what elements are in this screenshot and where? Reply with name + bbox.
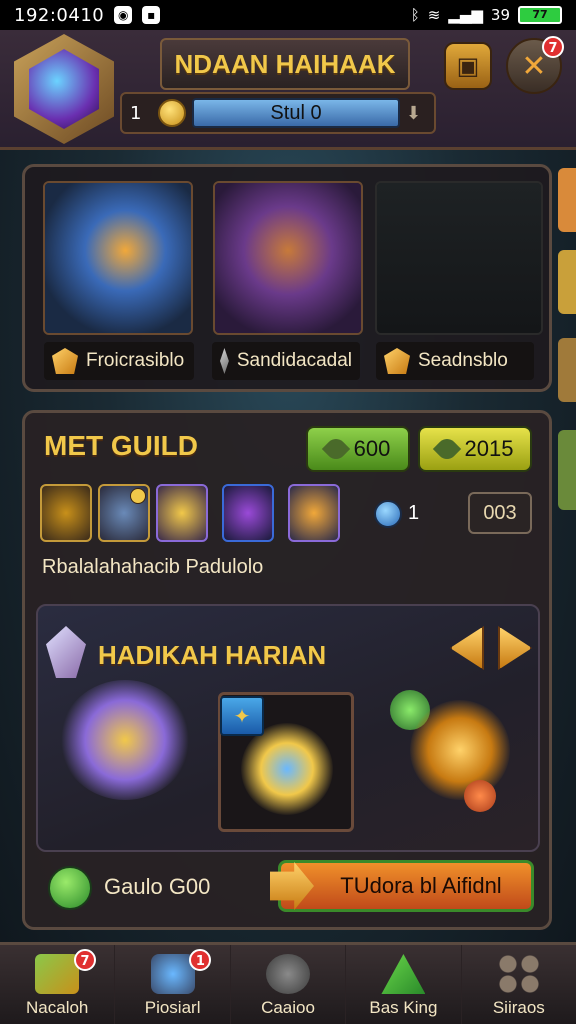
leaf-icon <box>321 434 350 464</box>
message-icon: ▪ <box>142 6 161 24</box>
bottom-nav: 7 Nacaloh 1 Piosiarl Caaioo Bas King Sii… <box>0 942 576 1024</box>
chest-icon <box>35 954 80 994</box>
close-badge: 7 <box>542 36 564 58</box>
item-slot-2[interactable] <box>98 484 150 542</box>
nav-item-king[interactable]: Bas King <box>346 945 462 1024</box>
side-tab-1[interactable] <box>558 168 576 232</box>
nav-label: Caaioo <box>261 998 315 1017</box>
green-resource[interactable]: 600 <box>306 426 410 472</box>
side-tab-3[interactable] <box>558 338 576 402</box>
coin-icon <box>158 99 186 127</box>
bluetooth-icon: ᛒ <box>410 6 420 24</box>
hero-portrait-knight <box>215 183 361 333</box>
close-button[interactable]: ✕ 7 <box>506 36 564 94</box>
nav-item-battle[interactable]: Caaioo <box>231 945 347 1024</box>
item-slot-4[interactable] <box>222 484 274 542</box>
hero-card-3-empty[interactable] <box>375 181 543 335</box>
claim-button-label: TUdora bl Aifidnl <box>340 873 502 898</box>
grey-gem-icon <box>220 348 229 374</box>
signal-icon: ▂▄▆ <box>448 6 483 24</box>
green-resource-value: 600 <box>353 436 391 461</box>
currency-value: Stul 0 <box>192 98 400 128</box>
hero-label-1: Froicrasiblo <box>44 342 194 380</box>
orange-gem-icon <box>384 348 410 374</box>
wifi-icon: ≋ <box>427 6 441 24</box>
battery-icon: 77 <box>518 6 562 24</box>
page-title: NDAAN HAIHAAK <box>174 48 396 79</box>
side-tab-4[interactable] <box>558 430 576 510</box>
nav-badge: 7 <box>74 949 96 971</box>
player-level: 1 <box>130 102 142 124</box>
hero-label-2: Sandidacadal <box>212 342 360 380</box>
emblem-gem-icon <box>29 49 99 129</box>
green-gold-icon <box>48 866 92 910</box>
triangle-icon <box>381 954 426 994</box>
item-slot-5[interactable] <box>288 484 340 542</box>
nav-label: Siiraos <box>492 998 545 1017</box>
hero-label-3: Seadnsblo <box>376 342 534 380</box>
status-right: ᛒ ≋ ▂▄▆ 39 77 <box>411 6 562 24</box>
status-bar: 192:0410 ◉ ▪ ᛒ ≋ ▂▄▆ 39 77 <box>0 0 576 30</box>
arrow-down-icon[interactable]: ⬇ <box>406 103 426 124</box>
nav-item-more[interactable]: Siiraos <box>462 945 576 1024</box>
hero-portrait-warrior <box>45 183 191 333</box>
reward-shield-icon[interactable] <box>60 680 190 800</box>
notification-icon: ◉ <box>114 6 133 24</box>
nav-badge: 1 <box>189 949 212 971</box>
guild-subtitle: Rbalalahahacib Padulolo <box>42 556 264 578</box>
guild-title: MET GUILD <box>44 430 198 461</box>
swirl-icon <box>266 954 311 994</box>
orb-count: 1 <box>408 502 420 524</box>
slot-badge-icon <box>130 488 146 504</box>
chest-icon: ▣ <box>456 52 480 80</box>
item-slot-1[interactable] <box>40 484 92 542</box>
golden-axe-icon[interactable] <box>410 700 510 800</box>
hero-name: Sandidacadal <box>236 350 352 371</box>
grid-dots-icon <box>496 954 541 994</box>
value-box[interactable]: 003 <box>468 492 532 534</box>
leaf-icon <box>432 434 461 464</box>
hero-name: Froicrasiblo <box>86 350 185 371</box>
featured-badge-icon: ✦ <box>220 696 264 736</box>
nav-item-heroes[interactable]: 1 Piosiarl <box>115 945 231 1024</box>
hero-name: Seadnsblo <box>418 350 508 371</box>
signal-text: 39 <box>490 6 510 24</box>
orange-gem-icon <box>52 348 78 374</box>
claim-button[interactable]: TUdora bl Aifidnl <box>278 860 534 912</box>
chest-button[interactable]: ▣ <box>444 42 492 90</box>
currency-bar[interactable]: 1 Stul 0 ⬇ <box>120 92 436 134</box>
status-time: 192:0410 <box>14 4 105 26</box>
close-icon: ✕ <box>521 48 547 84</box>
yellow-resource-value: 2015 <box>464 436 514 461</box>
side-tab-2[interactable] <box>558 250 576 314</box>
nav-label: Nacaloh <box>26 998 89 1017</box>
gold-label: Gaulo G00 <box>104 874 211 899</box>
sword-icon <box>241 723 333 815</box>
orb-icon <box>374 500 402 528</box>
yellow-resource[interactable]: 2015 <box>418 426 532 472</box>
helmet-icon <box>150 954 195 994</box>
nav-label: Piosiarl <box>144 998 201 1017</box>
hero-card-2[interactable] <box>213 181 363 335</box>
title-banner: NDAAN HAIHAAK <box>160 38 410 90</box>
nav-item-home[interactable]: 7 Nacaloh <box>0 945 116 1024</box>
orange-gem-icon <box>464 780 496 812</box>
nav-label: Bas King <box>369 998 438 1017</box>
quest-title: HADIKAH HARIAN <box>98 640 327 670</box>
hero-card-1[interactable] <box>43 181 193 335</box>
item-slot-3[interactable] <box>156 484 208 542</box>
